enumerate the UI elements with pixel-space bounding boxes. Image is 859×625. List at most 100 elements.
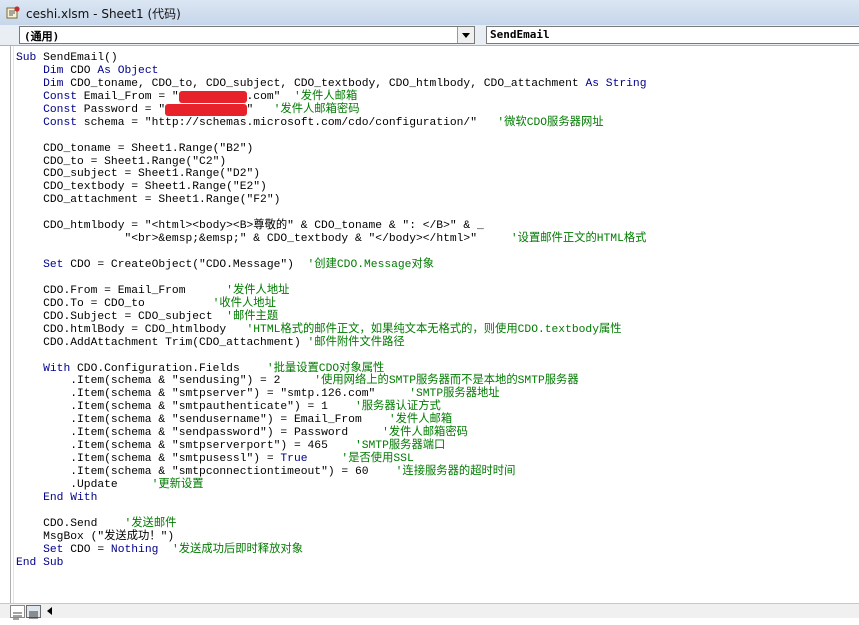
code-token: CDO_attachment = Sheet1.Range("F2") bbox=[16, 194, 281, 207]
comment-token: '连接服务器的超时时间 bbox=[395, 466, 516, 478]
object-dropdown[interactable]: (通用) bbox=[19, 26, 475, 44]
code-line[interactable]: .Item(schema & "smtpserver") = "smtp.126… bbox=[16, 388, 856, 401]
code-line[interactable]: Set CDO = Nothing '发送成功后即时释放对象 bbox=[16, 544, 856, 557]
code-line[interactable]: .Item(schema & "smtpconnectiontimeout") … bbox=[16, 466, 856, 479]
code-line[interactable]: With CDO.Configuration.Fields '批量设置CDO对象… bbox=[16, 363, 856, 376]
procedure-view-button[interactable] bbox=[10, 605, 25, 620]
code-line[interactable]: CDO_htmlbody = "<html><body><B>尊敬的" & CD… bbox=[16, 220, 856, 233]
code-token: Email_From = " bbox=[83, 90, 179, 103]
code-token: CDO = CreateObject("CDO.Message") bbox=[70, 259, 308, 271]
code-line[interactable] bbox=[16, 207, 856, 220]
code-line[interactable]: CDO_textbody = Sheet1.Range("E2") bbox=[16, 181, 856, 194]
code-token: schema = "http://schemas.microsoft.com/c… bbox=[83, 116, 498, 129]
code-line[interactable]: CDO.Send '发送邮件 bbox=[16, 518, 856, 531]
keyword-token: Nothing bbox=[110, 543, 159, 556]
code-line[interactable]: CDO_subject = Sheet1.Range("D2") bbox=[16, 168, 856, 181]
code-token: CDO.To = CDO_to bbox=[16, 297, 213, 310]
code-line[interactable]: CDO_toname = Sheet1.Range("B2") bbox=[16, 143, 856, 156]
code-line[interactable]: MsgBox ("发送成功！") bbox=[16, 531, 856, 544]
comment-token: '邮件主题 bbox=[226, 310, 279, 323]
keyword-token: End Sub bbox=[16, 556, 64, 569]
code-line[interactable]: Set CDO = CreateObject("CDO.Message") '创… bbox=[16, 259, 856, 272]
code-line[interactable]: Dim CDO_toname, CDO_to, CDO_subject, CDO… bbox=[16, 78, 856, 91]
code-line[interactable]: .Update '更新设置 bbox=[16, 479, 856, 492]
code-line[interactable] bbox=[16, 246, 856, 259]
code-line[interactable]: CDO.From = Email_From '发件人地址 bbox=[16, 285, 856, 298]
code-token: Password = " bbox=[83, 103, 166, 116]
code-token: CDO_textbody = Sheet1.Range("E2") bbox=[16, 181, 267, 194]
code-line[interactable]: CDO.AddAttachment Trim(CDO_attachment) '… bbox=[16, 337, 856, 350]
comment-token: '发件人邮箱密码 bbox=[273, 103, 360, 116]
code-line[interactable]: Const Password = "xxxxxxxxxxxx" '发件人邮箱密码 bbox=[16, 103, 856, 117]
horizontal-scrollbar[interactable] bbox=[58, 606, 858, 616]
code-token: CDO bbox=[70, 64, 98, 77]
code-line[interactable]: End Sub bbox=[16, 557, 856, 570]
window-title-bar[interactable]: ceshi.xlsm - Sheet1 (代码) bbox=[0, 0, 859, 26]
code-token: .Item(schema & "smtpconnectiontimeout") … bbox=[16, 466, 396, 478]
code-line[interactable]: Dim CDO As Object bbox=[16, 65, 856, 78]
code-token: .Item(schema & "sendusing") = 2 bbox=[16, 375, 315, 388]
comment-token: '发件人邮箱密码 bbox=[382, 427, 468, 440]
object-dropdown-button[interactable] bbox=[457, 27, 474, 43]
full-module-view-icon bbox=[29, 611, 38, 619]
code-token: .com" bbox=[246, 90, 294, 103]
comment-token: '发件人邮箱 bbox=[388, 414, 453, 427]
code-token: CDO_toname, CDO_to, CDO_subject, CDO_tex… bbox=[70, 77, 586, 90]
code-token: CDO.From = Email_From bbox=[16, 284, 227, 297]
code-line[interactable]: CDO.htmlBody = CDO_htmlbody 'HTML格式的邮件正文… bbox=[16, 324, 856, 337]
comment-token: 'SMTP服务器端口 bbox=[354, 440, 446, 453]
code-line[interactable]: Const schema = "http://schemas.microsoft… bbox=[16, 117, 856, 130]
redacted-text: xxxxxxxxxxxx bbox=[165, 103, 247, 116]
procedure-dropdown[interactable]: SendEmail bbox=[486, 26, 859, 44]
object-dropdown-value: (通用) bbox=[24, 30, 60, 43]
chevron-down-icon bbox=[462, 33, 470, 38]
window-title: ceshi.xlsm - Sheet1 (代码) bbox=[26, 7, 181, 21]
code-line[interactable]: .Item(schema & "sendusername") = Email_F… bbox=[16, 414, 856, 427]
code-token: "<br>&emsp;&emsp;" & CDO_textbody & "</b… bbox=[16, 233, 511, 246]
comment-token: '是否使用SSL bbox=[341, 453, 414, 466]
code-line[interactable]: End With bbox=[16, 492, 856, 505]
keyword-token: As String bbox=[585, 77, 647, 90]
code-line[interactable]: .Item(schema & "sendusing") = 2 '使用网络上的S… bbox=[16, 375, 856, 388]
code-token: CDO_subject = Sheet1.Range("D2") bbox=[16, 168, 261, 181]
comment-token: '发件人地址 bbox=[226, 284, 290, 297]
code-line[interactable]: Sub SendEmail() bbox=[16, 52, 856, 65]
code-line[interactable]: Const Email_From = "xxxxxxxxxx.com" '发件人… bbox=[16, 90, 856, 104]
comment-token: '发送邮件 bbox=[124, 517, 177, 530]
code-window-toolbar: (通用) SendEmail bbox=[0, 25, 859, 46]
code-line[interactable]: .Item(schema & "sendpassword") = Passwor… bbox=[16, 427, 856, 440]
code-line[interactable]: .Item(schema & "smtpserverport") = 465 '… bbox=[16, 440, 856, 453]
comment-token: 'SMTP服务器地址 bbox=[409, 388, 500, 401]
procedure-view-icon bbox=[13, 612, 22, 620]
comment-token: '邮件附件文件路径 bbox=[307, 336, 405, 349]
code-line[interactable]: "<br>&emsp;&emsp;" & CDO_textbody & "</b… bbox=[16, 233, 856, 246]
code-token: CDO_htmlbody = "<html><body><B>尊敬的" & CD… bbox=[16, 220, 484, 233]
margin-indicator-bar[interactable] bbox=[0, 46, 10, 603]
code-line[interactable] bbox=[16, 505, 856, 518]
code-token: .Item(schema & "smtpauthenticate") = 1 bbox=[16, 401, 355, 414]
code-line[interactable] bbox=[16, 130, 856, 143]
code-token: .Item(schema & "smtpserverport") = 465 bbox=[16, 440, 355, 453]
code-line[interactable]: .Item(schema & "smtpauthenticate") = 1 '… bbox=[16, 401, 856, 414]
scroll-left-arrow-icon[interactable] bbox=[44, 605, 56, 617]
code-token: CDO.AddAttachment Trim(CDO_attachment) bbox=[16, 336, 308, 349]
code-line[interactable]: CDO.Subject = CDO_subject '邮件主题 bbox=[16, 311, 856, 324]
code-line[interactable] bbox=[16, 272, 856, 285]
code-line[interactable]: CDO.To = CDO_to '收件人地址 bbox=[16, 298, 856, 311]
keyword-token: As Object bbox=[97, 64, 159, 77]
full-module-view-button[interactable] bbox=[26, 605, 41, 619]
keyword-token: Dim bbox=[16, 64, 71, 77]
code-token: .Item(schema & "sendpassword") = Passwor… bbox=[16, 427, 383, 440]
code-line[interactable]: CDO_to = Sheet1.Range("C2") bbox=[16, 156, 856, 169]
code-line[interactable]: CDO_attachment = Sheet1.Range("F2") bbox=[16, 194, 856, 207]
comment-token: '发送成功后即时释放对象 bbox=[171, 543, 303, 556]
code-line[interactable]: .Item(schema & "smtpusessl") = True '是否使… bbox=[16, 453, 856, 466]
code-line[interactable] bbox=[16, 350, 856, 363]
comment-token: '创建CDO.Message对象 bbox=[307, 259, 435, 271]
vba-module-icon bbox=[6, 6, 20, 19]
code-token: CDO.Configuration.Fields bbox=[77, 362, 267, 375]
code-token: " bbox=[246, 103, 274, 116]
code-editor[interactable]: Sub SendEmail() Dim CDO As Object Dim CD… bbox=[16, 52, 856, 600]
code-token: CDO.htmlBody = CDO_htmlbody bbox=[16, 323, 247, 336]
